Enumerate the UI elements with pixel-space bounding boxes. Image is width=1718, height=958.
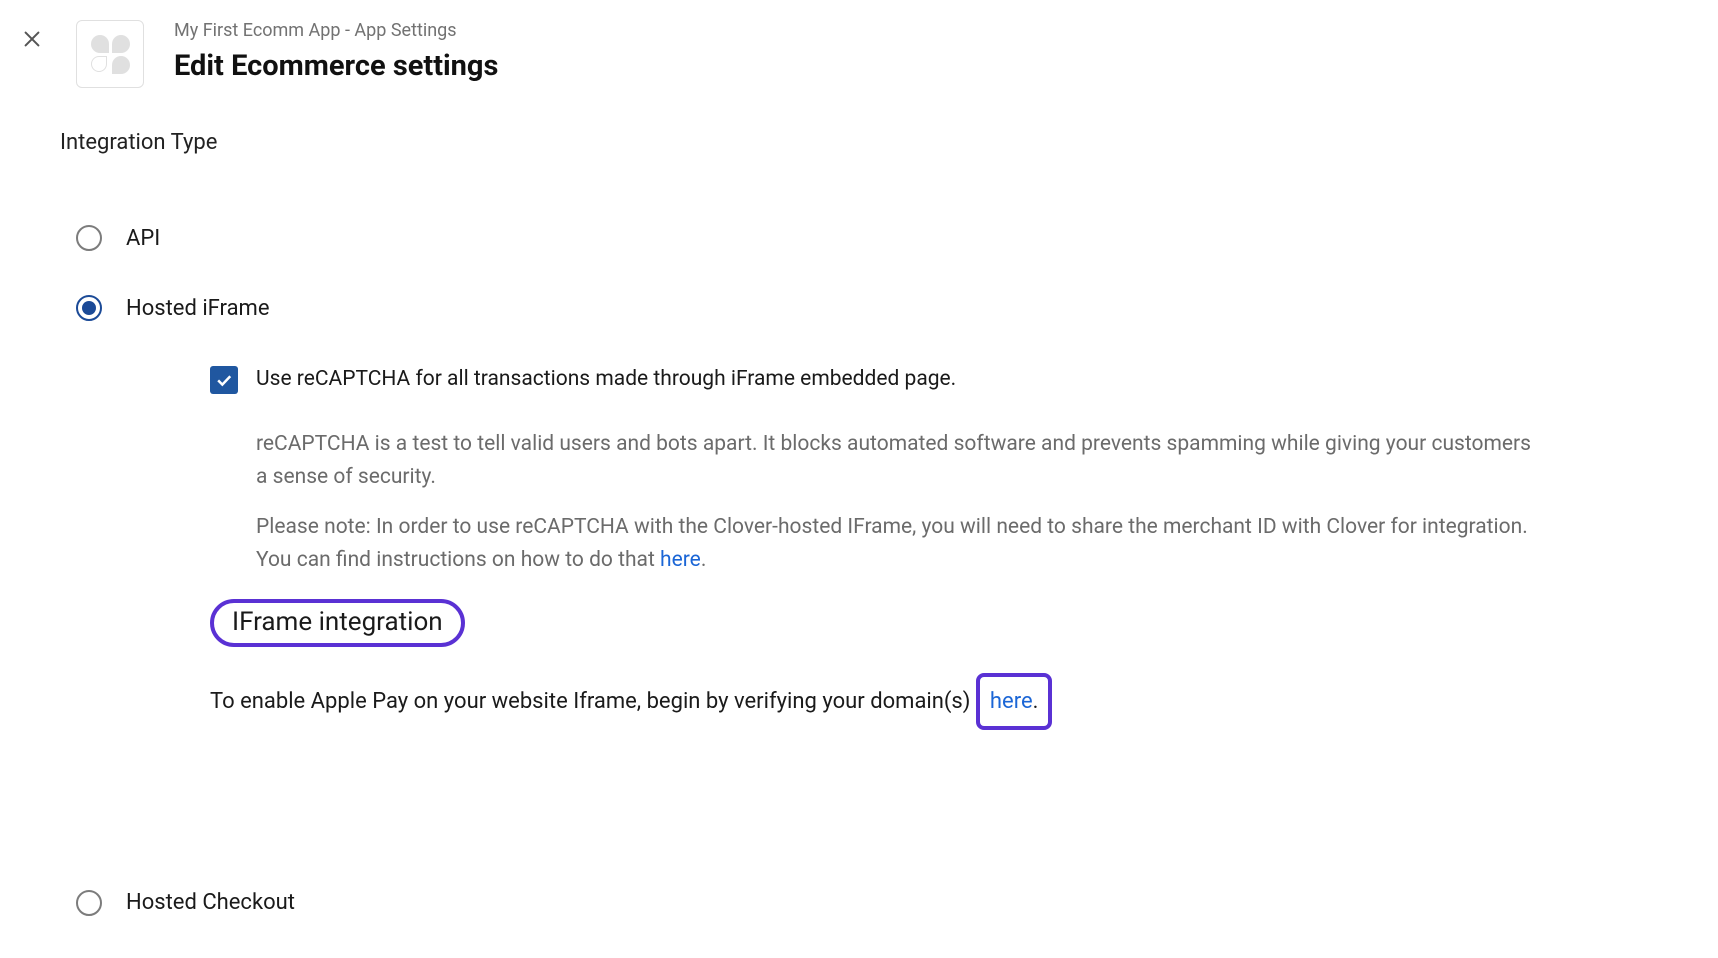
close-icon [21,28,43,53]
radio-label: Hosted Checkout [126,890,295,915]
clover-icon [91,35,130,74]
recaptcha-description: reCAPTCHA is a test to tell valid users … [210,428,1536,576]
apple-pay-instruction: To enable Apple Pay on your website Ifra… [210,673,1536,730]
iframe-integration-heading-highlight: IFrame integration [210,599,465,647]
radio-api[interactable]: API [76,225,1718,251]
breadcrumb: My First Ecomm App - App Settings [174,20,498,41]
app-icon-tile [76,20,144,88]
close-button[interactable] [14,20,50,56]
radio-icon [76,295,102,321]
recaptcha-instructions-link[interactable]: here [660,548,701,572]
radio-icon [76,225,102,251]
recaptcha-checkbox-row[interactable]: Use reCAPTCHA for all transactions made … [210,365,1536,394]
radio-label: Hosted iFrame [126,296,270,321]
radio-label: API [126,226,160,251]
recaptcha-checkbox-label: Use reCAPTCHA for all transactions made … [256,365,956,394]
hosted-iframe-detail: Use reCAPTCHA for all transactions made … [76,365,1536,730]
apple-pay-here-highlight: here. [976,673,1053,730]
radio-hosted-iframe[interactable]: Hosted iFrame [76,295,1718,321]
integration-type-radio-group: API Hosted iFrame Use reCAPTCHA for all … [0,225,1718,916]
checkbox-checked-icon [210,366,238,394]
recaptcha-description-text: reCAPTCHA is a test to tell valid users … [256,428,1536,493]
page-title: Edit Ecommerce settings [174,49,498,83]
radio-hosted-checkout[interactable]: Hosted Checkout [76,890,1718,916]
recaptcha-note: Please note: In order to use reCAPTCHA w… [256,511,1536,576]
section-heading-integration-type: Integration Type [0,130,1718,155]
iframe-integration-heading: IFrame integration [232,607,443,637]
radio-icon [76,890,102,916]
dialog-header: My First Ecomm App - App Settings Edit E… [0,10,1718,118]
apple-pay-verify-link[interactable]: here [990,689,1033,714]
